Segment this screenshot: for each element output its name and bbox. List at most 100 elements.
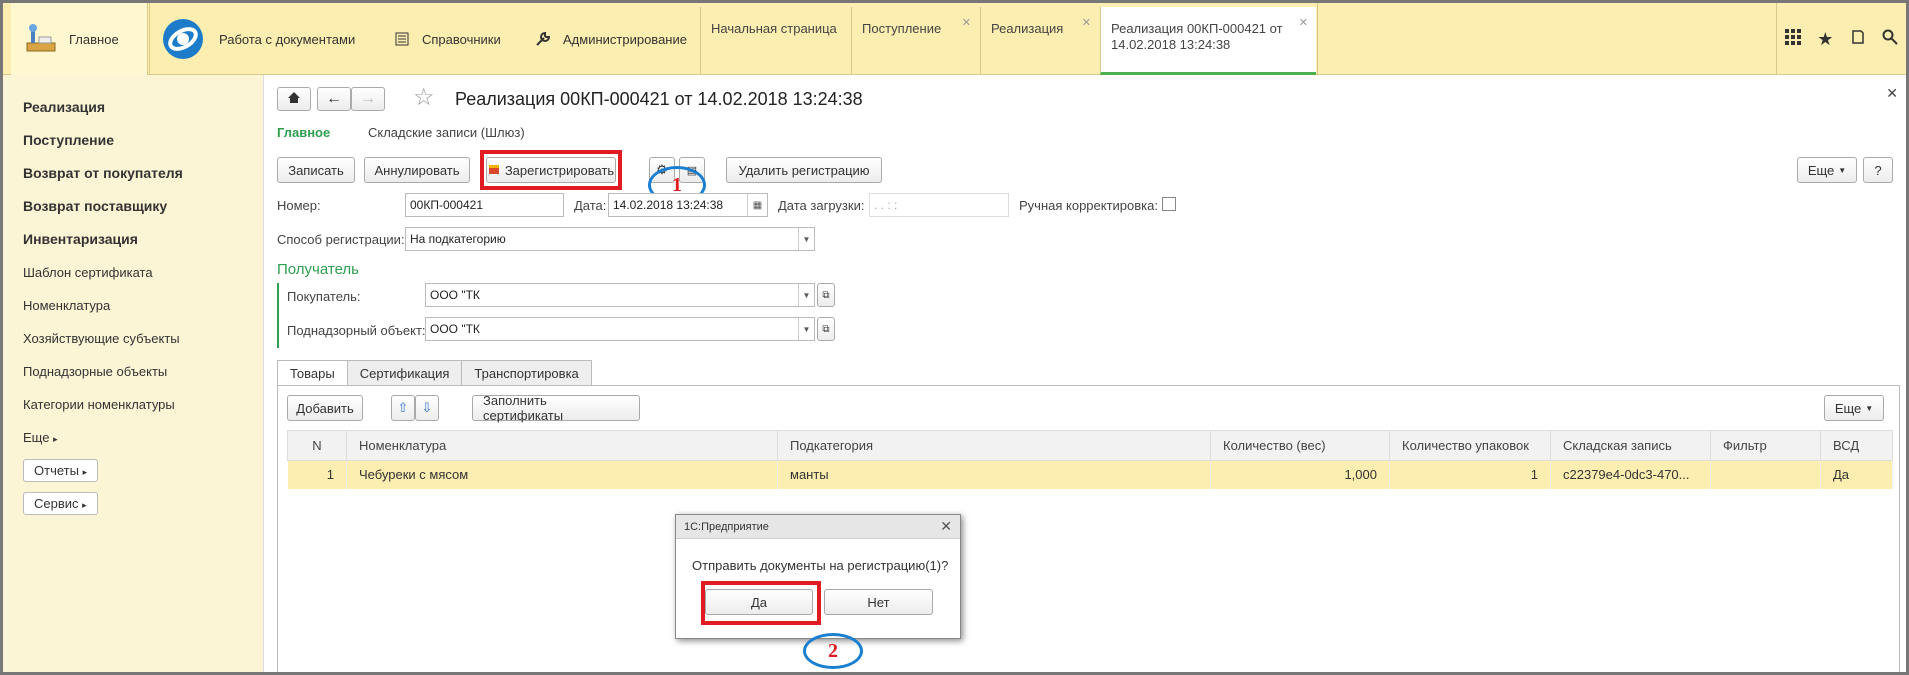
- nav-main[interactable]: Главное: [277, 125, 330, 140]
- nav-warehouse-records[interactable]: Складские записи (Шлюз): [368, 125, 525, 140]
- delete-registration-button[interactable]: Удалить регистрацию: [726, 157, 882, 183]
- add-button[interactable]: Добавить: [287, 395, 363, 421]
- manual-correction-checkbox[interactable]: [1162, 197, 1176, 211]
- col-warehouse-record[interactable]: Складская запись: [1550, 430, 1711, 461]
- cancel-doc-button[interactable]: Аннулировать: [364, 157, 470, 183]
- sidebar-item-business-entities[interactable]: Хозяйствующие субъекты: [3, 322, 263, 355]
- method-label: Способ регистрации:: [277, 232, 405, 247]
- arrow-down-icon: ⇩: [421, 400, 433, 415]
- section-home[interactable]: Главное: [11, 3, 148, 75]
- tab-label-line2: 14.02.2018 13:24:38: [1111, 37, 1231, 52]
- col-n[interactable]: N: [287, 430, 347, 461]
- back-button[interactable]: ←: [317, 87, 351, 111]
- col-quantity-weight[interactable]: Количество (вес): [1210, 430, 1390, 461]
- sidebar-item-sales[interactable]: Реализация: [3, 91, 263, 124]
- sidebar-item-supervised-objects[interactable]: Поднадзорные объекты: [3, 355, 263, 388]
- sidebar-item-nomenclature[interactable]: Номенклатура: [3, 289, 263, 322]
- cell-quantity-weight: 1,000: [1210, 460, 1390, 489]
- number-field[interactable]: 00КП-000421: [405, 193, 564, 217]
- buyer-value: ООО "ТК: [430, 288, 480, 302]
- star-icon[interactable]: ★: [1817, 29, 1833, 50]
- top-right-icons: ★: [1776, 3, 1906, 75]
- sidebar-item-nomenclature-categories[interactable]: Категории номенклатуры: [3, 388, 263, 421]
- chevron-down-icon: ▼: [1838, 165, 1847, 175]
- cell-subcategory: манты: [777, 460, 1211, 489]
- sidebar-item-customer-return[interactable]: Возврат от покупателя: [3, 157, 263, 190]
- sidebar-item-inventory[interactable]: Инвентаризация: [3, 223, 263, 256]
- tab-current-document[interactable]: Реализация 00КП-000421 от 14.02.2018 13:…: [1100, 7, 1316, 75]
- table-row[interactable]: 1 Чебуреки с мясом манты 1,000 1 c22379e…: [287, 460, 1893, 489]
- buyer-label: Покупатель:: [287, 289, 361, 304]
- chevron-down-icon[interactable]: ▼: [798, 228, 814, 250]
- sidebar-item-certificate-template[interactable]: Шаблон сертификата: [3, 256, 263, 289]
- cell-warehouse-record: c22379e4-0dc3-470...: [1550, 460, 1711, 489]
- table-more-button[interactable]: Еще ▼: [1824, 395, 1884, 421]
- col-vsd[interactable]: ВСД: [1820, 430, 1893, 461]
- close-icon[interactable]: ✕: [1299, 15, 1308, 31]
- close-icon[interactable]: ✕: [940, 518, 952, 535]
- goods-panel: [277, 385, 1900, 672]
- open-object-button[interactable]: ⧉: [817, 317, 835, 341]
- sidebar: Реализация Поступление Возврат от покупа…: [3, 75, 264, 672]
- col-nomenclature[interactable]: Номенклатура: [346, 430, 778, 461]
- section-refs-label: Справочники: [422, 31, 501, 47]
- list-icon: [390, 19, 414, 59]
- history-icon[interactable]: [1850, 29, 1866, 50]
- divider: [1317, 3, 1318, 75]
- buyer-select[interactable]: ООО "ТК ▼: [425, 283, 815, 307]
- tab-receipt[interactable]: Поступление ✕: [851, 7, 979, 75]
- chevron-right-icon: ▸: [82, 500, 87, 510]
- move-down-button[interactable]: ⇩: [415, 395, 439, 421]
- chevron-right-icon: ▸: [53, 434, 58, 444]
- favorite-star-icon[interactable]: ☆: [413, 83, 435, 112]
- tab-goods[interactable]: Товары: [277, 360, 348, 386]
- tab-certification[interactable]: Сертификация: [346, 360, 463, 386]
- save-button[interactable]: Записать: [277, 157, 355, 183]
- col-package-count[interactable]: Количество упаковок: [1389, 430, 1551, 461]
- highlight-yes: [701, 581, 821, 625]
- wrench-icon: [531, 19, 555, 59]
- section-admin[interactable]: Администрирование: [531, 3, 687, 75]
- tab-sales[interactable]: Реализация ✕: [980, 7, 1099, 75]
- more-button[interactable]: Еще ▼: [1797, 157, 1857, 183]
- highlight-register: [480, 150, 622, 190]
- service-button[interactable]: Сервис ▸: [23, 492, 98, 515]
- open-link-icon: ⧉: [822, 289, 830, 301]
- arrow-left-icon: ←: [326, 90, 342, 107]
- section-docs[interactable]: Работа с документами: [155, 3, 355, 75]
- move-up-button[interactable]: ⇧: [391, 395, 415, 421]
- forward-button[interactable]: →: [351, 87, 385, 111]
- open-link-icon: ⧉: [822, 323, 830, 335]
- col-subcategory[interactable]: Подкатегория: [777, 430, 1211, 461]
- date-field[interactable]: 14.02.2018 13:24:38 ▦: [608, 193, 768, 217]
- tab-transport[interactable]: Транспортировка: [461, 360, 592, 386]
- tab-home-page[interactable]: Начальная страница: [700, 7, 850, 75]
- home-button[interactable]: [277, 87, 311, 111]
- close-form-icon[interactable]: ✕: [1886, 85, 1898, 102]
- col-filter[interactable]: Фильтр: [1710, 430, 1821, 461]
- close-icon[interactable]: ✕: [1082, 15, 1091, 31]
- object-select[interactable]: ООО "ТК ▼: [425, 317, 815, 341]
- sidebar-item-supplier-return[interactable]: Возврат поставщику: [3, 190, 263, 223]
- more-label: Еще: [1834, 400, 1862, 416]
- method-select[interactable]: На подкатегорию ▼: [405, 227, 815, 251]
- no-button[interactable]: Нет: [824, 589, 933, 615]
- tab-label: Начальная страница: [711, 21, 837, 36]
- search-icon[interactable]: [1882, 29, 1898, 50]
- chevron-down-icon[interactable]: ▼: [798, 318, 814, 340]
- section-refs[interactable]: Справочники: [390, 3, 501, 75]
- grid-icon[interactable]: [1785, 28, 1802, 50]
- sidebar-item-receipt[interactable]: Поступление: [3, 124, 263, 157]
- chevron-down-icon[interactable]: ▼: [798, 284, 814, 306]
- chevron-right-icon: ▸: [82, 467, 88, 477]
- help-button[interactable]: ?: [1863, 157, 1893, 183]
- open-buyer-button[interactable]: ⧉: [817, 283, 835, 307]
- fill-certificates-button[interactable]: Заполнить сертификаты: [472, 393, 640, 423]
- document-form: ← → ☆ Реализация 00КП-000421 от 14.02.20…: [265, 75, 1906, 672]
- reports-button[interactable]: Отчеты ▸: [23, 459, 99, 482]
- close-icon[interactable]: ✕: [962, 15, 971, 31]
- calendar-icon[interactable]: ▦: [747, 194, 767, 216]
- dialog-title: 1С:Предприятие: [684, 521, 769, 533]
- service-label: Сервис: [34, 496, 79, 511]
- sidebar-more[interactable]: Еще ▸: [3, 421, 263, 454]
